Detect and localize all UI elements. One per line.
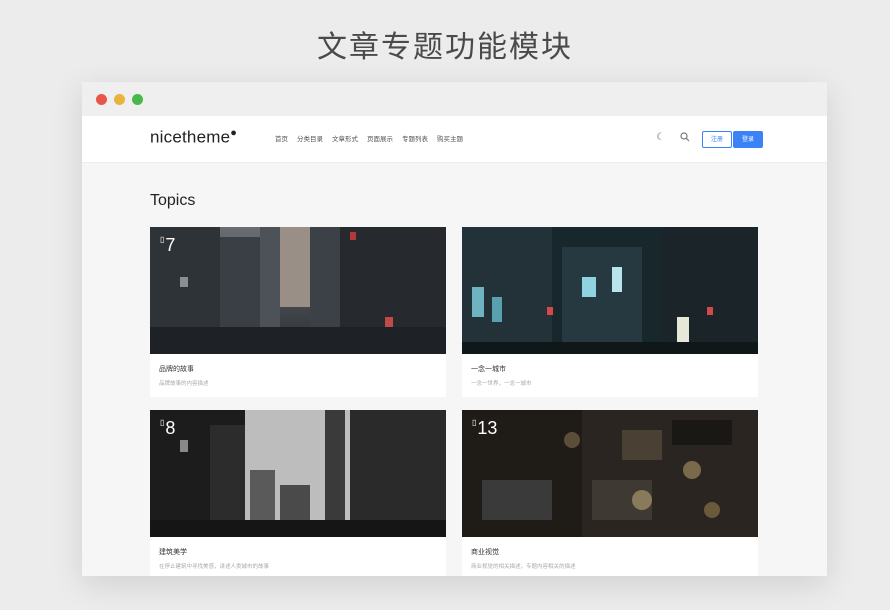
topic-card[interactable]: 一念一城市 一念一世界，一念一城市 [462,227,758,397]
topic-post-count: ▯7 [160,235,175,256]
topic-cover-image: ▯7 [150,227,446,354]
nav-menu: 首页 分类目录 文章形式 页面展示 专题列表 购买主题 [275,133,463,143]
book-icon: ▯ [472,418,477,427]
site-navbar: nicetheme● 首页 分类目录 文章形式 页面展示 专题列表 购买主题 ☾… [82,116,827,163]
logo-mark: ● [230,127,238,139]
book-icon: ▯ [160,235,165,244]
maximize-window-dot[interactable] [132,94,143,105]
site-logo[interactable]: nicetheme● [150,127,237,148]
topic-description: 一念一世界，一念一城市 [471,381,532,387]
topic-name[interactable]: 一念一城市 [471,364,506,374]
topic-description: 品牌故事的内容描述 [159,381,209,387]
topic-card[interactable]: ▯7 品牌的故事 品牌故事的内容描述 [150,227,446,397]
nav-item-topics[interactable]: 专题列表 [402,133,428,143]
nav-item-post-formats[interactable]: 文章形式 [332,133,358,143]
topic-count-value: 8 [165,418,176,438]
topic-description: 在停止建筑中寻找美感，讲述人类城市的故事 [159,564,270,570]
page-title: 文章专题功能模块 [317,30,573,65]
login-button[interactable]: 登录 [733,131,763,148]
nav-item-home[interactable]: 首页 [275,133,288,143]
topic-count-value: 13 [477,418,498,438]
topic-cover-image [462,227,758,354]
topic-count-value: 7 [165,235,176,255]
topic-name[interactable]: 建筑美学 [159,547,187,557]
minimize-window-dot[interactable] [114,94,125,105]
topic-cover-image: ▯8 [150,410,446,537]
search-icon[interactable] [680,132,690,145]
window-titlebar [82,82,827,116]
topic-post-count: ▯8 [160,418,175,439]
topic-name[interactable]: 品牌的故事 [159,364,194,374]
topic-card[interactable]: ▯13 商业视觉 商业视觉的相关描述，专题内容相关的描述 [462,410,758,576]
moon-icon[interactable]: ☾ [656,132,665,143]
nav-item-pages[interactable]: 页面展示 [367,133,393,143]
nav-item-buy-theme[interactable]: 购买主题 [437,133,463,143]
close-window-dot[interactable] [96,94,107,105]
section-title: Topics [150,192,196,209]
topic-description: 商业视觉的相关描述，专题内容相关的描述 [471,564,576,570]
logo-text: nicetheme [150,127,231,147]
topic-post-count: ▯13 [472,418,497,439]
nav-item-categories[interactable]: 分类目录 [297,133,323,143]
book-icon: ▯ [160,418,165,427]
topic-cover-image: ▯13 [462,410,758,537]
topic-name[interactable]: 商业视觉 [471,547,499,557]
topic-card[interactable]: ▯8 建筑美学 在停止建筑中寻找美感，讲述人类城市的故事 [150,410,446,576]
signup-button[interactable]: 注册 [702,131,732,148]
browser-window: nicetheme● 首页 分类目录 文章形式 页面展示 专题列表 购买主题 ☾… [82,82,827,576]
